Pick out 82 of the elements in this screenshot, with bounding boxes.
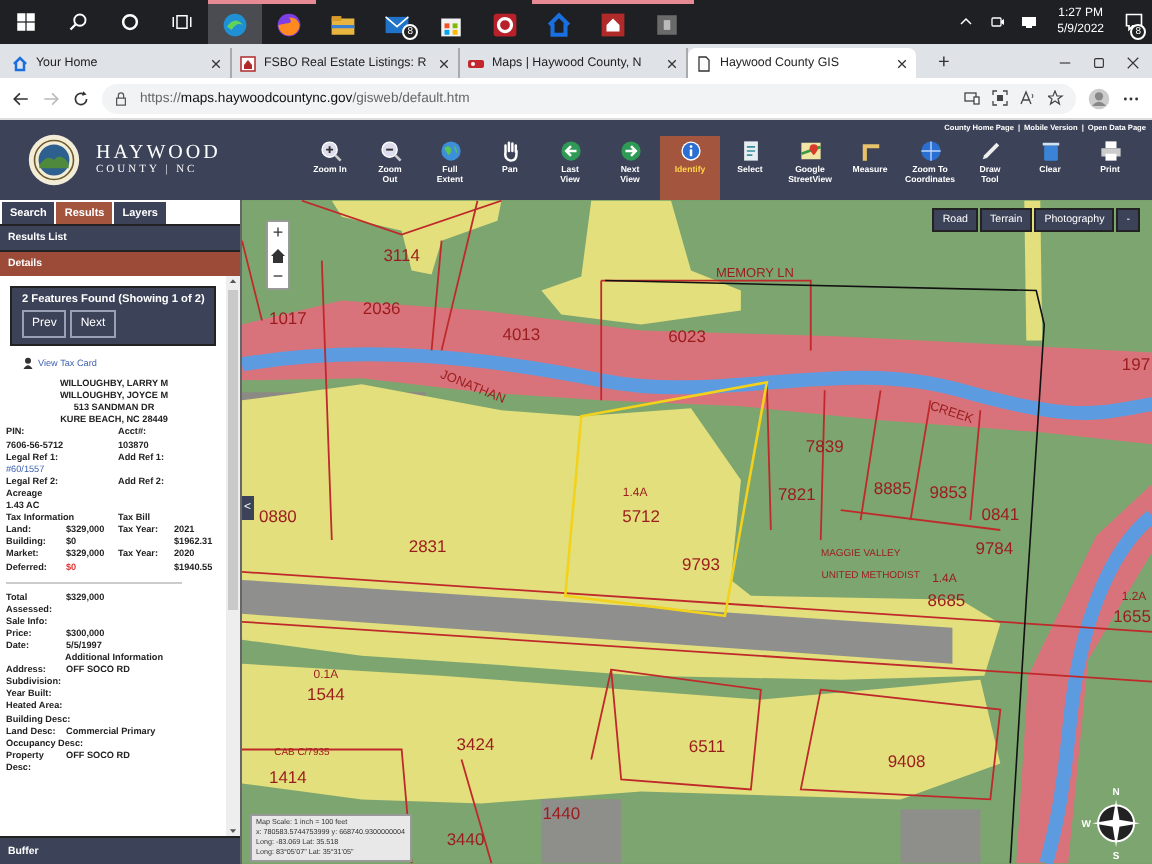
parcel-number: 6023	[668, 326, 706, 347]
parcel-number: 1655	[1113, 605, 1151, 626]
back-arrow-icon[interactable]	[12, 89, 30, 107]
font-size-icon[interactable]	[1020, 90, 1036, 106]
parcel-number: 6511	[688, 735, 726, 756]
close-icon[interactable]	[210, 57, 222, 69]
camera-icon[interactable]	[989, 14, 1006, 30]
parcel-number: 3424	[456, 733, 495, 754]
hand-icon	[499, 140, 521, 162]
zoom-in-icon	[319, 140, 341, 162]
scrollbar[interactable]	[226, 276, 240, 836]
page-icon	[696, 55, 712, 71]
house-icon	[240, 55, 256, 71]
search-icon[interactable]	[68, 12, 88, 32]
parcel-number: 5712	[622, 506, 660, 526]
parcel-number: 1414	[269, 767, 307, 788]
back-arrow-icon	[559, 140, 581, 162]
new-tab-button[interactable]: +	[932, 48, 956, 78]
parcel-number: 8885	[873, 478, 912, 499]
parcel-number: 9408	[887, 751, 926, 772]
info-icon	[679, 140, 701, 162]
house-icon	[546, 11, 572, 37]
close-icon[interactable]	[666, 57, 678, 69]
close-icon[interactable]	[438, 57, 450, 69]
task-view-icon[interactable]	[172, 12, 192, 32]
forward-arrow-icon	[619, 140, 641, 162]
parcel-number: 7821	[777, 484, 816, 505]
chevron-up-icon[interactable]	[957, 14, 974, 30]
parcel-number: 2831	[408, 535, 447, 556]
windows-icon[interactable]	[16, 12, 36, 32]
document-icon	[739, 140, 761, 162]
reload-icon[interactable]	[72, 89, 90, 107]
parcel-number: 9793	[682, 553, 720, 574]
compass-drawing	[1092, 799, 1141, 848]
app-icon	[654, 11, 680, 37]
printer-icon	[1099, 140, 1121, 162]
scrollbar-thumb[interactable]	[228, 290, 238, 610]
app-icon	[492, 11, 518, 37]
globe-icon	[439, 140, 461, 162]
lock-icon	[114, 91, 128, 105]
site-logo-icon	[468, 55, 484, 71]
parcel-number: 9853	[929, 482, 968, 503]
home-button[interactable]	[268, 244, 288, 266]
speech-bubble-icon[interactable]	[1124, 12, 1144, 32]
parcel-number: 2036	[362, 298, 401, 319]
parcel-number: 4013	[502, 324, 541, 345]
trash-can-icon	[1039, 140, 1061, 162]
close-icon[interactable]	[1126, 56, 1140, 70]
profile-icon[interactable]	[1088, 87, 1110, 109]
parcel-number: 197	[1121, 354, 1151, 375]
ring-icon[interactable]	[120, 12, 140, 32]
globe-icon	[919, 140, 941, 162]
house-icon	[12, 55, 28, 71]
parcel-number: 9784	[975, 537, 1014, 558]
ruler-icon	[859, 140, 881, 162]
pencil-icon	[979, 140, 1001, 162]
folder-icon	[330, 11, 356, 37]
parcel-number: 0880	[259, 506, 297, 526]
person-icon	[22, 356, 34, 371]
zoom-out-icon	[379, 140, 401, 162]
favorites-icon[interactable]	[1048, 90, 1064, 106]
maximize-icon[interactable]	[1092, 56, 1106, 70]
parcel-line	[242, 239, 263, 322]
home-icon	[270, 247, 286, 263]
monitor-icon[interactable]	[1020, 14, 1039, 30]
minimize-icon[interactable]	[1058, 56, 1072, 70]
parcel-number: 3440	[446, 829, 485, 850]
parcel-number: 1544	[306, 683, 345, 704]
browser-icon	[222, 11, 248, 37]
mail-icon	[384, 11, 410, 37]
parcel-number: 0841	[981, 504, 1020, 525]
screen-icon[interactable]	[964, 90, 980, 106]
parcel-number: 1017	[269, 308, 307, 329]
house-icon	[600, 11, 626, 37]
parcel-number: 1440	[542, 803, 581, 824]
close-icon[interactable]	[896, 57, 908, 69]
logo-title: HAYWOOD	[96, 142, 221, 164]
browser-icon	[276, 11, 302, 37]
grid-icon[interactable]	[992, 90, 1008, 106]
map-icon	[799, 140, 821, 162]
county-seal-icon[interactable]	[28, 134, 80, 186]
parcel-number: 8685	[927, 589, 966, 610]
